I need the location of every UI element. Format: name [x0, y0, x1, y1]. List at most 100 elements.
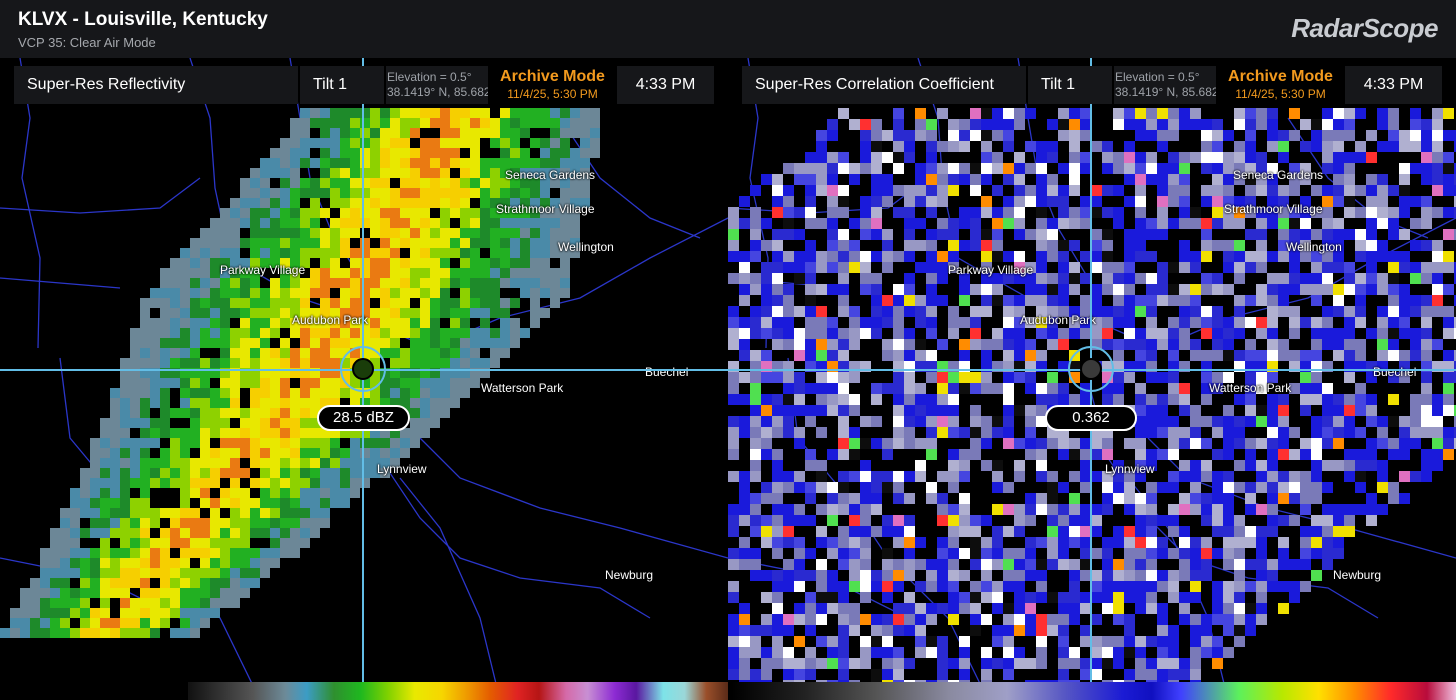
radar-pixel [170, 478, 180, 488]
radar-pixel [1025, 438, 1036, 449]
radar-pixel [200, 258, 210, 268]
radar-pixel [1113, 218, 1124, 229]
radar-pixel [1333, 526, 1344, 537]
radar-pixel [230, 598, 240, 608]
radar-pixel [827, 218, 838, 229]
scan-time[interactable]: 4:33 PM [617, 66, 714, 104]
product-selector[interactable]: Super-Res Correlation Coefficient [742, 66, 1026, 104]
radar-pixel [230, 488, 240, 498]
radar-pixel [816, 141, 827, 152]
radar-pixel [1124, 152, 1135, 163]
archive-mode-indicator[interactable]: Archive Mode 11/4/25, 5:30 PM [488, 66, 617, 104]
radar-pixel [320, 378, 330, 388]
radar-pixel [330, 438, 340, 448]
radar-pixel [1069, 581, 1080, 592]
radar-pixel [750, 570, 761, 581]
radar-pixel [937, 636, 948, 647]
radar-pixel [1410, 218, 1421, 229]
radar-pixel [230, 218, 240, 228]
radar-pixel [1168, 438, 1179, 449]
radar-pixel [440, 188, 450, 198]
radar-pixel [420, 318, 430, 328]
radar-pixel [783, 570, 794, 581]
radar-pixel [60, 538, 70, 548]
radar-pixel [1388, 218, 1399, 229]
radar-pixel [150, 608, 160, 618]
radar-pixel [280, 418, 290, 428]
radar-pixel [1025, 537, 1036, 548]
radar-pixel [1146, 229, 1157, 240]
radar-pixel [1432, 251, 1443, 262]
radar-pixel [1025, 614, 1036, 625]
radar-pixel [838, 108, 849, 119]
cursor-target-icon[interactable] [1068, 346, 1114, 392]
radar-pixel [1421, 240, 1432, 251]
radar-pixel [1322, 273, 1333, 284]
radar-pixel [470, 338, 480, 348]
radar-pixel [1267, 471, 1278, 482]
radar-pixel [1135, 163, 1146, 174]
reflectivity-panel[interactable]: Super-Res Reflectivity Tilt 1 Elevation … [0, 58, 728, 700]
radar-pixel [1234, 581, 1245, 592]
radar-pixel [948, 416, 959, 427]
radar-pixel [1377, 438, 1388, 449]
radar-pixel [1047, 295, 1058, 306]
radar-pixel [1399, 185, 1410, 196]
radar-pixel [340, 448, 350, 458]
radar-pixel [1410, 196, 1421, 207]
scan-time[interactable]: 4:33 PM [1345, 66, 1442, 104]
radar-pixel [1322, 163, 1333, 174]
radar-pixel [430, 288, 440, 298]
radar-pixel [882, 130, 893, 141]
radar-pixel [1047, 284, 1058, 295]
tilt-selector[interactable]: Tilt 1 [300, 66, 384, 104]
radar-pixel [170, 378, 180, 388]
radar-pixel [260, 568, 270, 578]
radar-pixel [1179, 218, 1190, 229]
radar-pixel [1388, 284, 1399, 295]
radar-pixel [420, 258, 430, 268]
radar-pixel [750, 284, 761, 295]
radar-pixel [827, 372, 838, 383]
radar-pixel [1267, 273, 1278, 284]
radar-pixel [981, 614, 992, 625]
radar-pixel [893, 306, 904, 317]
radar-pixel [170, 358, 180, 368]
cursor-target-icon[interactable] [340, 346, 386, 392]
tilt-selector[interactable]: Tilt 1 [1028, 66, 1112, 104]
radar-pixel [410, 328, 420, 338]
radar-pixel [1432, 449, 1443, 460]
radar-pixel [1003, 207, 1014, 218]
correlation-panel[interactable]: Super-Res Correlation Coefficient Tilt 1… [728, 58, 1456, 700]
radar-pixel [739, 548, 750, 559]
product-selector[interactable]: Super-Res Reflectivity [14, 66, 298, 104]
radar-pixel [761, 669, 772, 680]
station-title[interactable]: KLVX - Louisville, Kentucky [18, 9, 268, 31]
radar-pixel [1245, 493, 1256, 504]
radar-pixel [1003, 394, 1014, 405]
radar-pixel [904, 537, 915, 548]
radar-pixel [180, 408, 190, 418]
radar-pixel [1421, 196, 1432, 207]
radar-pixel [772, 427, 783, 438]
radar-pixel [340, 198, 350, 208]
radar-pixel [948, 306, 959, 317]
radar-pixel [1212, 119, 1223, 130]
radar-pixel [1278, 449, 1289, 460]
radar-pixel [1377, 273, 1388, 284]
radar-pixel [280, 468, 290, 478]
radar-pixel [1388, 328, 1399, 339]
radar-pixel [1443, 350, 1454, 361]
radar-pixel [130, 378, 140, 388]
radar-pixel [860, 537, 871, 548]
radar-pixel [1146, 416, 1157, 427]
radar-pixel [90, 448, 100, 458]
radar-pixel [1036, 471, 1047, 482]
radar-pixel [882, 570, 893, 581]
radar-pixel [1377, 284, 1388, 295]
archive-mode-indicator[interactable]: Archive Mode 11/4/25, 5:30 PM [1216, 66, 1345, 104]
radar-pixel [190, 628, 200, 638]
radar-pixel [981, 350, 992, 361]
radar-pixel [838, 306, 849, 317]
radar-pixel [772, 229, 783, 240]
